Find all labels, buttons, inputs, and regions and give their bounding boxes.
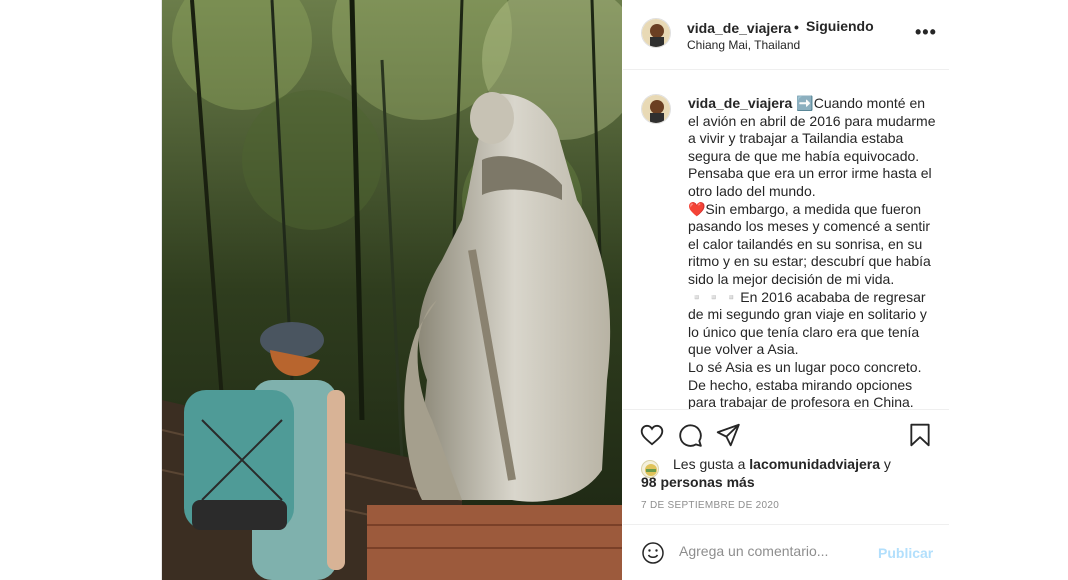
comment-bar: Publicar [623, 524, 949, 580]
likes-text: Les gusta a lacomunidadviajera y [673, 456, 891, 472]
comment-icon[interactable] [677, 422, 703, 448]
share-icon[interactable] [715, 422, 741, 448]
more-horizontal-icon[interactable]: ••• [915, 22, 937, 43]
comment-input[interactable] [679, 543, 869, 559]
caption-paragraph: Lo sé Asia es un lugar poco concreto. De… [688, 358, 922, 410]
post-sidebar: vida_de_viajera • Siguiendo Chiang Mai, … [623, 0, 949, 580]
action-bar [623, 410, 949, 458]
location-link[interactable]: Chiang Mai, Thailand [687, 38, 800, 52]
likes-others-link[interactable]: 98 personas más [641, 474, 941, 492]
caption-paragraph: ▫️▫️▫️En 2016 acababa de regresar de mi … [688, 288, 927, 358]
caption-paragraph: vida_de_viajera ➡️Cuando monté en el avió… [688, 95, 936, 199]
following-button[interactable]: Siguiendo [806, 18, 874, 34]
bookmark-icon[interactable] [907, 422, 933, 448]
post-photo-illustration [162, 0, 622, 580]
caption-paragraph: ❤️Sin embargo, a medida que fueron pasan… [688, 200, 931, 287]
post-date[interactable]: 7 DE SEPTIEMBRE DE 2020 [641, 500, 779, 511]
caption-text: vida_de_viajera ➡️Cuando monté en el avió… [688, 95, 936, 410]
caption-username-link[interactable]: vida_de_viajera [688, 95, 792, 111]
post-photo[interactable] [162, 0, 622, 580]
post-header: vida_de_viajera • Siguiendo Chiang Mai, … [623, 0, 949, 70]
likes-summary: Les gusta a lacomunidadviajera y 98 pers… [641, 456, 941, 491]
liker-link[interactable]: lacomunidadviajera [749, 456, 880, 472]
liker-avatar[interactable] [641, 460, 659, 478]
username-link[interactable]: vida_de_viajera [687, 20, 791, 36]
smiley-icon[interactable] [641, 541, 665, 565]
caption-area[interactable]: vida_de_viajera ➡️Cuando monté en el avió… [623, 70, 949, 410]
instagram-post: vida_de_viajera • Siguiendo Chiang Mai, … [161, 0, 949, 580]
publish-button[interactable]: Publicar [878, 545, 933, 561]
heart-icon[interactable] [639, 422, 665, 448]
avatar[interactable] [641, 94, 671, 124]
avatar[interactable] [641, 18, 671, 48]
separator-dot: • [794, 19, 799, 35]
